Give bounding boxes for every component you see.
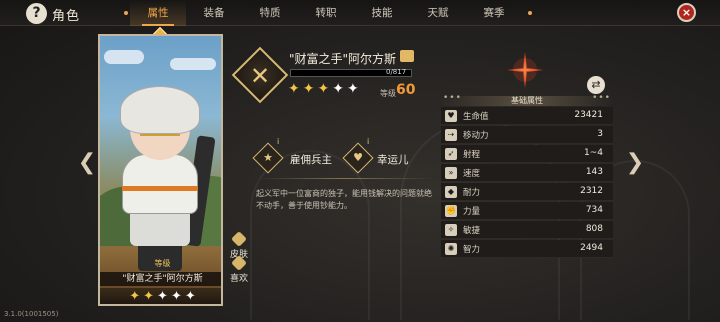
fist-icon: ✊ [445, 205, 457, 217]
hero-star-rating: ✦ ✦ ✦ ✦ ✦ [288, 82, 359, 96]
stat-value: 734 [585, 205, 603, 215]
tab-season[interactable]: 赛季 [466, 0, 522, 26]
feather-icon: ✧ [445, 224, 457, 236]
stats-header: 基础属性 [441, 96, 613, 106]
base-stats-panel: ••• ••• 基础属性 ♥ 生命值 23421 ⇢ 移动力 3 ➶ 射程 1~… [441, 93, 613, 276]
hero-description: 起义军中一位富商的独子，能用钱解决的问题就绝不动手，善于使用钞能力。 [256, 189, 432, 210]
stat-value: 2312 [580, 186, 603, 196]
star-icon: ✦ [143, 289, 155, 304]
stat-value: 1~4 [584, 148, 603, 158]
boot-icon: ⇢ [445, 129, 457, 141]
card-hero-name: "财富之手"阿尔方斯 [100, 272, 221, 286]
tab-dot-icon [528, 11, 532, 15]
tab-class-change[interactable]: 转职 [298, 0, 354, 26]
close-button[interactable]: × [677, 3, 696, 22]
trait-label: 幸运儿 [377, 154, 409, 166]
version-label: 3.1.0(1001505) [4, 310, 59, 318]
star-icon [231, 255, 247, 271]
swap-icon[interactable]: ⇄ [587, 76, 605, 94]
compass-star-icon [507, 52, 543, 88]
help-icon[interactable]: ? [26, 3, 47, 24]
heart-icon: ♥ [445, 110, 457, 122]
stat-value: 2494 [580, 243, 603, 253]
stat-value: 808 [585, 224, 603, 234]
star-icon: ✦ [302, 81, 315, 97]
hero-name: "财富之手"阿尔方斯 [289, 52, 397, 66]
like-label: 喜欢 [229, 274, 248, 284]
stat-row-speed: » 速度 143 [441, 164, 613, 182]
divider [256, 178, 434, 179]
shield-icon: ◆ [445, 186, 457, 198]
stat-value: 23421 [574, 110, 603, 120]
trait-label: 雇佣兵主 [290, 154, 332, 166]
card-star-rating: ✦ ✦ ✦ ✦ ✦ [100, 288, 221, 304]
star-icon: ✦ [288, 81, 300, 97]
book-icon[interactable] [400, 50, 414, 62]
info-icon[interactable]: i [277, 137, 283, 147]
stat-label: 耐力 [463, 188, 481, 198]
stat-row-move: ⇢ 移动力 3 [441, 126, 613, 144]
stat-row-hp: ♥ 生命值 23421 [441, 107, 613, 125]
stat-value: 143 [585, 167, 603, 177]
tab-bar: 属性 装备 特质 转职 技能 天赋 赛季 [130, 0, 522, 26]
previous-hero-arrow-icon[interactable]: ❮ [76, 150, 98, 176]
level-value: 60 [396, 82, 416, 98]
stat-label: 移动力 [463, 131, 489, 141]
stat-label: 力量 [463, 207, 481, 217]
stat-label: 智力 [463, 245, 481, 255]
level-label: 等级 [380, 89, 396, 98]
star-icon: ✦ [129, 289, 141, 304]
stat-row-agility: ✧ 敏捷 808 [441, 221, 613, 239]
star-icon: ✦ [170, 289, 182, 304]
xp-text: 0/817 [386, 68, 407, 76]
star-icon: ✦ [317, 81, 330, 97]
stat-value: 3 [597, 129, 603, 139]
stat-label: 速度 [463, 169, 481, 179]
hero-card[interactable]: 等级 "财富之手"阿尔方斯 ✦ ✦ ✦ ✦ ✦ [98, 34, 223, 306]
wing-icon: » [445, 167, 457, 179]
page-title: 角色 [52, 9, 81, 24]
tab-equipment[interactable]: 装备 [186, 0, 242, 26]
stat-row-intellect: ✺ 智力 2494 [441, 240, 613, 258]
stat-row-strength: ✊ 力量 734 [441, 202, 613, 220]
skin-icon [231, 231, 247, 247]
star-icon: ✦ [346, 81, 359, 97]
info-icon[interactable]: i [367, 137, 373, 147]
next-hero-arrow-icon[interactable]: ❯ [624, 150, 646, 176]
stat-row-stamina: ◆ 耐力 2312 [441, 183, 613, 201]
stat-label: 射程 [463, 150, 481, 160]
bow-icon: ➶ [445, 148, 457, 160]
tab-dot-icon [124, 11, 128, 15]
like-button[interactable]: 喜欢 [228, 255, 250, 284]
card-level-label: 等级 [154, 259, 171, 268]
tab-talents[interactable]: 天赋 [410, 0, 466, 26]
mercenary-glyph-icon: ★ [263, 151, 273, 164]
tab-attributes[interactable]: 属性 [130, 0, 186, 26]
stat-label: 敏捷 [463, 226, 481, 236]
brain-icon: ✺ [445, 243, 457, 255]
tab-skills[interactable]: 技能 [354, 0, 410, 26]
stat-label: 生命值 [463, 112, 489, 122]
stat-row-range: ➶ 射程 1~4 [441, 145, 613, 163]
star-icon: ✦ [184, 289, 196, 304]
crossed-swords-icon: ✕ [249, 62, 271, 90]
star-icon: ✦ [157, 289, 168, 304]
star-icon: ✦ [332, 81, 344, 97]
lucky-glyph-icon: ♥ [353, 151, 363, 164]
top-bar: ? 角色 属性 装备 特质 转职 技能 天赋 赛季 × [0, 0, 720, 26]
tab-traits[interactable]: 特质 [242, 0, 298, 26]
